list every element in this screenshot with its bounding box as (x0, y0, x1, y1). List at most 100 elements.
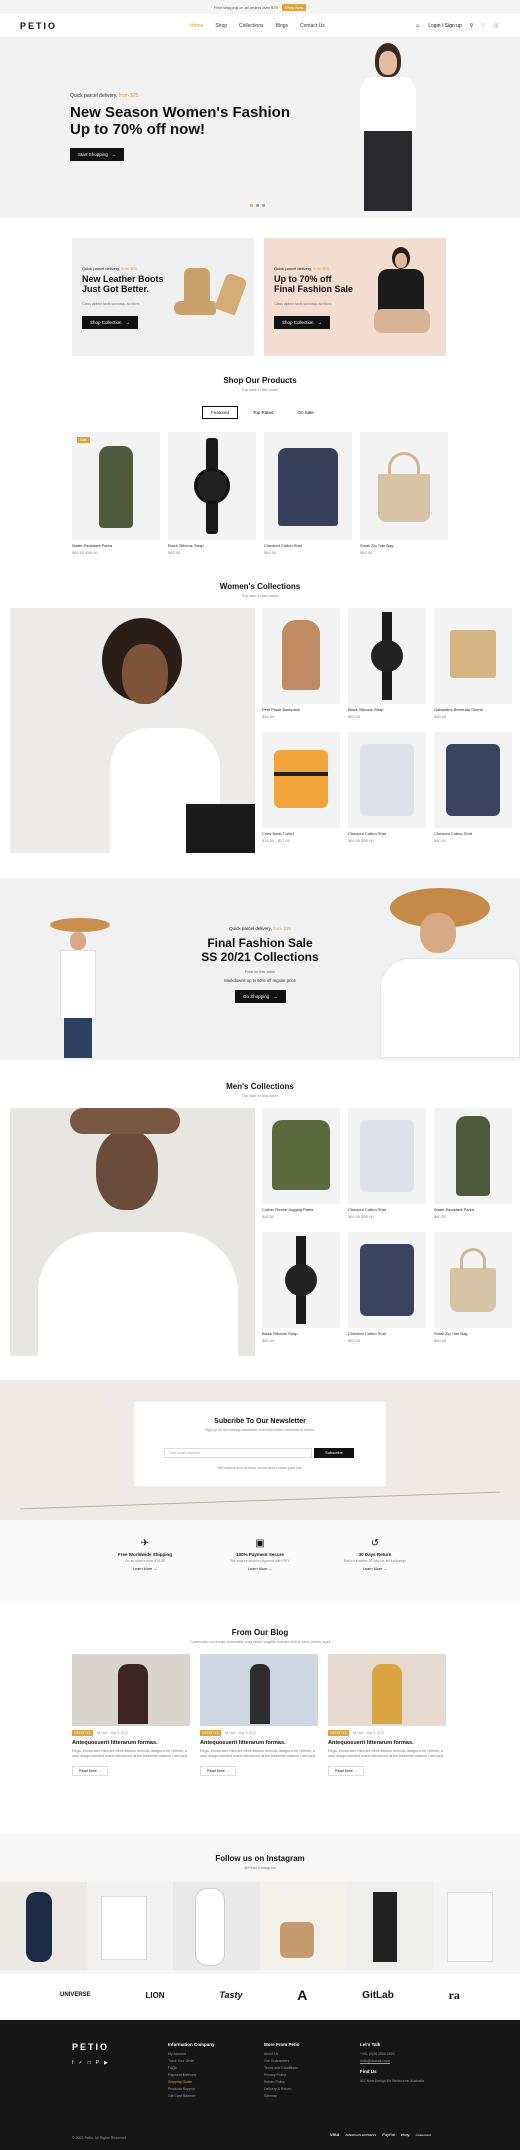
product-image[interactable] (434, 608, 512, 704)
product-name[interactable]: Petit Pique Backpack (262, 707, 340, 712)
product-image[interactable] (264, 432, 352, 540)
feature-link[interactable]: Learn More → (320, 1567, 430, 1571)
footer-link[interactable]: About Us (264, 2052, 300, 2056)
product-name[interactable]: Checked Cotton Shirt (434, 831, 512, 836)
blog-card[interactable]: LIFESTYLE Mr Vels · May 5, 2023 Antequosu… (200, 1654, 318, 1777)
logo[interactable]: PETIO (20, 21, 57, 31)
footer-email[interactable]: hello@domain.com (360, 2059, 450, 2063)
product-image[interactable]: Sale (72, 432, 160, 540)
product-image[interactable] (434, 1232, 512, 1328)
announcement-cta[interactable]: Shop Now (281, 3, 307, 11)
product-card[interactable]: Black Silicone Strap $60.00 (348, 608, 426, 719)
read-more-button[interactable]: Read More → (72, 1766, 109, 1777)
product-card[interactable]: Small Zip Tote Bag $60.00 (360, 432, 448, 555)
product-card[interactable]: Crew Neck T-shirt $15.00 - $27.00 (262, 732, 340, 843)
footer-link[interactable]: My Account (168, 2052, 215, 2056)
product-name[interactable]: Crew Neck T-shirt (262, 831, 340, 836)
blog-tag[interactable]: LIFESTYLE (200, 1730, 221, 1736)
product-card[interactable]: Checked Cotton Shirt $60.00 (264, 432, 352, 555)
product-name[interactable]: Checked Cotton Shirt (348, 1207, 426, 1212)
product-image[interactable] (434, 732, 512, 828)
product-card[interactable]: Petit Pique Backpack $30.00 (262, 608, 340, 719)
product-image[interactable] (168, 432, 256, 540)
product-image[interactable] (262, 608, 340, 704)
nav-link-home[interactable]: Home (190, 23, 203, 29)
nav-link-collections[interactable]: Collections (239, 23, 263, 29)
blog-image[interactable] (328, 1654, 446, 1726)
facebook-icon[interactable]: f (72, 2060, 73, 2066)
footer-link[interactable]: Payment Methods (168, 2073, 215, 2077)
product-image[interactable] (348, 1108, 426, 1204)
go-shopping-button[interactable]: Go Shopping → (235, 990, 286, 1003)
read-more-button[interactable]: Read More → (328, 1766, 365, 1777)
brand-logo[interactable]: ra (449, 1988, 460, 2003)
footer-link[interactable]: Our Guarantees (264, 2059, 300, 2063)
footer-phone[interactable]: +391 (0)35 2568 4593 (360, 2052, 450, 2056)
product-card[interactable]: Checked Cotton Shirt $60.00 (348, 1232, 426, 1343)
product-card[interactable]: Water-Resistant Parka $60.00 (434, 1108, 512, 1219)
product-image[interactable] (360, 432, 448, 540)
blog-title[interactable]: Antequosuerit litterarum formas. (328, 1740, 446, 1746)
nav-link-shop[interactable]: Shop (215, 23, 227, 29)
product-card[interactable]: Small Zip Tote Bag $60.00 (434, 1232, 512, 1343)
product-image[interactable] (262, 1232, 340, 1328)
hero-dot[interactable] (250, 204, 253, 207)
tab-top-rated[interactable]: Top Rated (244, 406, 283, 419)
instagram-photo[interactable] (260, 1882, 347, 1970)
footer-link[interactable]: Terms and Conditions (264, 2066, 300, 2070)
product-card[interactable]: Checked Cotton Shirt $60.00 $50.00 (348, 732, 426, 843)
instagram-photo[interactable] (433, 1882, 520, 1970)
instagram-photo[interactable] (173, 1882, 261, 1970)
product-card[interactable]: Sale Water-Resistant Parka $60.00 $45.00 (72, 432, 160, 555)
feature-link[interactable]: Learn More → (90, 1567, 200, 1571)
blog-tag[interactable]: LIFESTYLE (328, 1730, 349, 1736)
blog-title[interactable]: Antequosuerit litterarum formas. (200, 1740, 318, 1746)
read-more-button[interactable]: Read More → (200, 1766, 237, 1777)
tab-on-sale[interactable]: On Sale (289, 406, 323, 419)
product-name[interactable]: Cotton Fleece Jogging Pants (262, 1207, 340, 1212)
user-icon[interactable]: ☺ (415, 23, 420, 29)
product-card[interactable]: Black Silicone Strap $60.00 (168, 432, 256, 555)
footer-link[interactable]: Return Policy (264, 2080, 300, 2084)
twitter-icon[interactable]: ✓ (78, 2060, 82, 2066)
cart-icon[interactable]: 🛒 (494, 23, 500, 29)
product-image[interactable] (348, 1232, 426, 1328)
tab-featured[interactable]: Featured (202, 406, 239, 419)
footer-link[interactable]: Shipping Guide (168, 2080, 215, 2084)
product-name[interactable]: Black Silicone Strap (168, 543, 256, 548)
subscribe-button[interactable]: Subscribe (314, 1448, 354, 1458)
product-card[interactable]: Black Silicone Strap $60.00 (262, 1232, 340, 1343)
product-name[interactable]: Black Silicone Strap (262, 1331, 340, 1336)
hero-dot[interactable] (262, 204, 265, 207)
footer-link[interactable]: Products Support (168, 2087, 215, 2091)
brand-logo[interactable]: UNIVERSE (60, 1992, 91, 1998)
pinterest-icon[interactable]: P (96, 2060, 99, 2066)
product-card[interactable]: Checked Cotton Shirt $60.00 $50.00 (348, 1108, 426, 1219)
blog-tag[interactable]: LIFESTYLE (72, 1730, 93, 1736)
promo-banner-boots[interactable]: Quick parcel delivery, from $25 New Leat… (72, 238, 254, 356)
product-name[interactable]: Checked Cotton Shirt (348, 1331, 426, 1336)
feature-link[interactable]: Learn More → (205, 1567, 315, 1571)
product-name[interactable]: Checked Cotton Shirt (264, 543, 352, 548)
footer-link[interactable]: Privacy Policy (264, 2073, 300, 2077)
product-name[interactable]: Small Zip Tote Bag (434, 1331, 512, 1336)
brand-logo[interactable]: A (297, 1987, 307, 2003)
product-image[interactable] (262, 732, 340, 828)
hero-start-shopping-button[interactable]: Start Shopping → (70, 148, 125, 161)
blog-image[interactable] (200, 1654, 318, 1726)
product-image[interactable] (262, 1108, 340, 1204)
product-name[interactable]: Checked Cotton Shirt (348, 831, 426, 836)
brand-logo[interactable]: GitLab (362, 1990, 394, 2001)
product-name[interactable]: Black Silicone Strap (348, 707, 426, 712)
footer-link[interactable]: Sitemap (264, 2094, 300, 2098)
blog-title[interactable]: Antequosuerit litterarum formas. (72, 1740, 190, 1746)
product-image[interactable] (434, 1108, 512, 1204)
product-image[interactable] (348, 608, 426, 704)
brand-logo[interactable]: LION (145, 1991, 164, 2000)
shop-collection-button[interactable]: Shop Collection → (274, 316, 331, 329)
product-name[interactable]: Water-Resistant Parka (434, 1207, 512, 1212)
instagram-photo[interactable] (346, 1882, 434, 1970)
product-name[interactable]: Water-Resistant Parka (72, 543, 160, 548)
search-icon[interactable]: ⚲ (470, 23, 474, 29)
newsletter-email-input[interactable]: Your email address (164, 1448, 312, 1458)
